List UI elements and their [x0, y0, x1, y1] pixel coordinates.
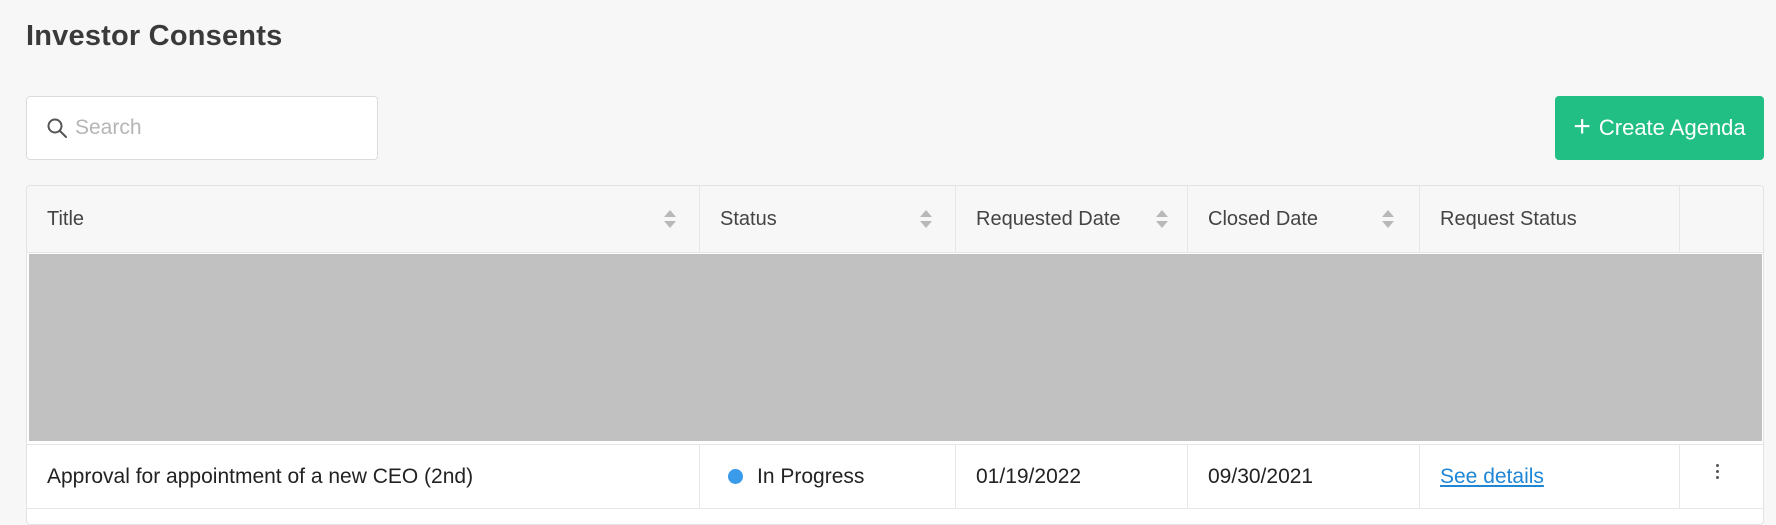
consents-table: Title Status Requested Date Closed Date …: [26, 185, 1764, 525]
column-header-requested-date[interactable]: Requested Date: [956, 186, 1188, 253]
search-icon: [47, 118, 67, 138]
plus-icon: +: [1573, 109, 1591, 143]
cell-request-status: See details: [1420, 445, 1680, 508]
cell-closed-date: 09/30/2021: [1188, 445, 1420, 508]
table-header: Title Status Requested Date Closed Date …: [27, 186, 1763, 253]
cell-requested-date: 01/19/2022: [956, 445, 1188, 508]
column-header-closed-date[interactable]: Closed Date: [1188, 186, 1420, 253]
cell-actions: [1680, 445, 1763, 508]
search-box[interactable]: [26, 96, 378, 160]
status-dot-icon: [728, 469, 743, 484]
more-vertical-icon[interactable]: [1716, 464, 1719, 479]
loading-placeholder: [29, 254, 1762, 441]
search-input[interactable]: [75, 116, 355, 140]
create-agenda-label: Create Agenda: [1598, 115, 1746, 140]
create-agenda-button[interactable]: + Create Agenda: [1555, 96, 1764, 160]
column-header-request-status: Request Status: [1420, 186, 1680, 253]
sort-icon[interactable]: [1155, 208, 1169, 230]
column-header-actions: [1680, 186, 1763, 253]
sort-icon[interactable]: [1381, 208, 1395, 230]
column-header-status[interactable]: Status: [700, 186, 956, 253]
column-header-title[interactable]: Title: [27, 186, 700, 253]
page-title: Investor Consents: [26, 20, 283, 52]
see-details-link[interactable]: See details: [1440, 465, 1544, 489]
cell-title: Approval for appointment of a new CEO (2…: [27, 445, 700, 508]
table-row[interactable]: Approval for appointment of a new CEO (2…: [27, 444, 1763, 509]
sort-icon[interactable]: [663, 208, 677, 230]
cell-status: In Progress: [700, 445, 956, 508]
status-label: In Progress: [757, 464, 865, 488]
sort-icon[interactable]: [919, 208, 933, 230]
